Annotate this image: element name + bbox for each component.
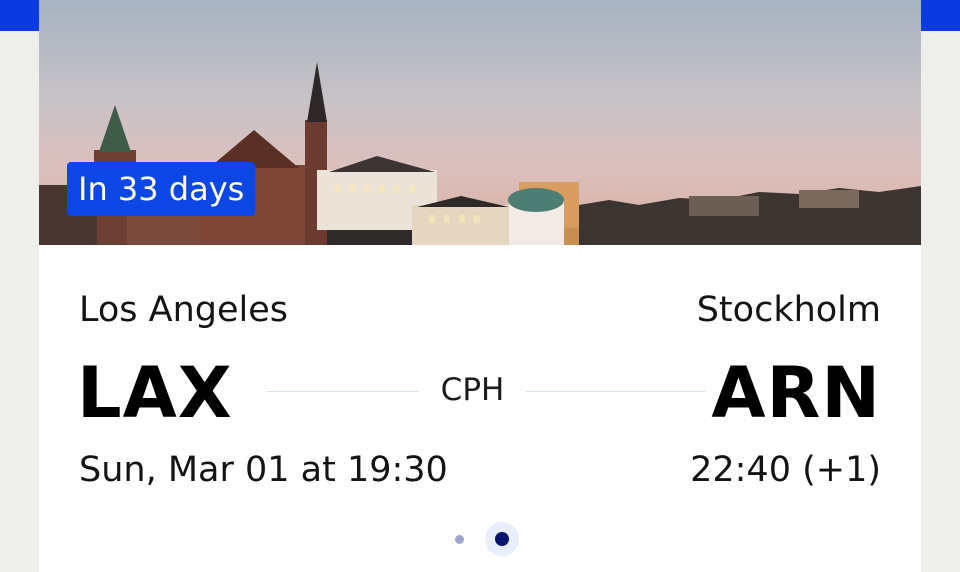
stopover-airport-code: CPH <box>440 372 505 408</box>
arrival-time: 22:40 (+1) <box>690 450 881 490</box>
pagination-dot-2[interactable] <box>495 532 509 546</box>
route-line-right <box>526 391 706 392</box>
route-line-left <box>267 391 419 392</box>
top-accent-bar-right <box>920 0 960 31</box>
destination-airport-code: ARN <box>711 352 881 434</box>
flight-card[interactable]: In 33 days Los Angeles Stockholm LAX CPH… <box>39 0 921 572</box>
departure-time: Sun, Mar 01 at 19:30 <box>79 450 448 490</box>
days-until-badge: In 33 days <box>67 162 256 216</box>
top-accent-bar-left <box>0 0 40 31</box>
destination-photo: In 33 days <box>39 0 921 245</box>
origin-airport-code: LAX <box>77 352 233 434</box>
destination-city: Stockholm <box>696 290 881 330</box>
origin-city: Los Angeles <box>79 290 289 330</box>
pagination-dot-1[interactable] <box>455 535 464 544</box>
